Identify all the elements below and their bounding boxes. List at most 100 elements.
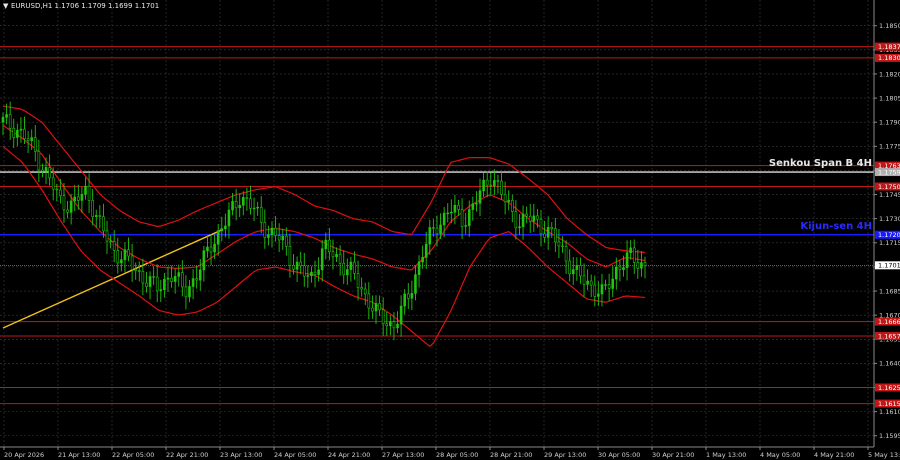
candle-body bbox=[485, 179, 489, 186]
price-tick-label: 1.1805 bbox=[879, 94, 900, 102]
price-tick-label: 1.1730 bbox=[879, 215, 900, 223]
price-axis[interactable]: 1.18501.18351.18201.18051.17901.17751.17… bbox=[873, 0, 900, 447]
candle-body bbox=[346, 269, 349, 276]
price-tick-label: 1.1685 bbox=[879, 287, 900, 295]
candle-body bbox=[16, 129, 19, 138]
candle-body bbox=[148, 276, 152, 287]
level-price-label: 1.1625 bbox=[878, 384, 900, 392]
candle-body bbox=[30, 137, 33, 141]
level-price-label: 1.1759 bbox=[878, 168, 900, 176]
symbol-dropdown-icon[interactable]: ▼ bbox=[3, 2, 9, 10]
candle-body bbox=[184, 286, 188, 298]
candle-body bbox=[597, 293, 600, 297]
candle-body bbox=[514, 211, 518, 229]
candle-body bbox=[471, 203, 475, 210]
candle-body bbox=[256, 206, 259, 209]
candle-body bbox=[285, 235, 288, 247]
candle-body bbox=[600, 284, 604, 295]
time-axis[interactable]: 20 Apr 2026 21 Apr 13:00 22 Apr 05:00 22 Ap… bbox=[0, 446, 900, 459]
level-price-label: 1.1666 bbox=[878, 318, 900, 326]
candle-body bbox=[310, 271, 313, 276]
candle-body bbox=[112, 241, 116, 251]
candle-body bbox=[177, 272, 181, 277]
price-tick-label: 1.1640 bbox=[879, 360, 900, 368]
candle-body bbox=[299, 261, 302, 267]
candle-body bbox=[360, 287, 363, 290]
candle-body bbox=[263, 221, 267, 238]
candle-body bbox=[231, 201, 234, 211]
candle-body bbox=[629, 247, 632, 254]
candle-body bbox=[209, 246, 213, 253]
candle-body bbox=[622, 267, 625, 270]
candle-body bbox=[625, 252, 629, 268]
price-tick-label: 1.1820 bbox=[879, 70, 900, 78]
candle-body bbox=[428, 227, 432, 245]
candle-body bbox=[510, 200, 514, 212]
candle-body bbox=[450, 211, 453, 214]
candle-body bbox=[460, 209, 464, 227]
candle-body bbox=[342, 262, 346, 276]
price-chart: 1.18501.18351.18201.18051.17901.17751.17… bbox=[0, 0, 900, 459]
level-price-label: 1.1657 bbox=[878, 332, 900, 340]
candle-body bbox=[446, 212, 450, 215]
candle-body bbox=[224, 225, 227, 229]
candle-body bbox=[77, 196, 80, 201]
candle-body bbox=[640, 262, 643, 269]
time-tick-label: 4 May 21:00 bbox=[814, 451, 854, 459]
time-tick-label: 24 Apr 21:00 bbox=[328, 451, 370, 459]
candle-body bbox=[636, 261, 640, 269]
candle-body bbox=[478, 190, 482, 204]
level-price-label: 1.1830 bbox=[878, 54, 900, 62]
candle-body bbox=[525, 213, 528, 217]
candle-body bbox=[410, 293, 414, 299]
candle-body bbox=[166, 277, 170, 280]
candle-body bbox=[554, 228, 557, 243]
candle-body bbox=[521, 213, 525, 228]
candle-body bbox=[105, 230, 109, 242]
candle-body bbox=[127, 249, 130, 257]
candle-body bbox=[349, 261, 353, 270]
candle-body bbox=[392, 321, 396, 329]
candle-body bbox=[324, 239, 328, 249]
candle-body bbox=[643, 262, 647, 266]
candle-body bbox=[611, 278, 615, 289]
candle-body bbox=[546, 226, 550, 238]
candle-body bbox=[453, 204, 457, 213]
candle-body bbox=[604, 284, 607, 286]
candle-body bbox=[396, 323, 399, 329]
price-tick-label: 1.1715 bbox=[879, 239, 900, 247]
time-tick-label: 4 May 05:00 bbox=[760, 451, 800, 459]
candle-body bbox=[33, 137, 37, 152]
candle-body bbox=[557, 241, 561, 247]
candle-body bbox=[12, 127, 16, 138]
candle-body bbox=[292, 265, 295, 270]
time-tick-label: 27 Apr 13:00 bbox=[382, 451, 424, 459]
price-tick-label: 1.1790 bbox=[879, 119, 900, 127]
candle-body bbox=[399, 305, 403, 325]
time-tick-label: 1 May 13:00 bbox=[706, 451, 746, 459]
candle-body bbox=[252, 207, 256, 210]
candle-body bbox=[44, 167, 48, 172]
candle-body bbox=[589, 280, 593, 286]
candle-body bbox=[141, 271, 145, 284]
candle-body bbox=[571, 269, 575, 275]
candle-body bbox=[213, 243, 216, 253]
time-tick-label: 20 Apr 2026 bbox=[4, 451, 44, 459]
candle-body bbox=[467, 209, 471, 226]
price-tick-label: 1.1850 bbox=[879, 22, 900, 30]
candle-body bbox=[539, 218, 543, 235]
level-price-label: 1.1750 bbox=[878, 183, 900, 191]
time-tick-label: 30 Apr 05:00 bbox=[598, 451, 640, 459]
candle-body bbox=[69, 200, 73, 213]
candle-body bbox=[464, 225, 467, 227]
candle-body bbox=[102, 216, 105, 232]
candle-body bbox=[295, 261, 299, 270]
candle-body bbox=[270, 227, 274, 236]
candle-body bbox=[202, 250, 206, 271]
candle-body bbox=[385, 323, 389, 327]
candle-body bbox=[482, 179, 485, 192]
candle-body bbox=[23, 128, 26, 140]
candle-body bbox=[564, 246, 568, 262]
candle-body bbox=[579, 265, 582, 277]
symbol-title: EURUSD,H1 1.1706 1.1709 1.1699 1.1701 bbox=[11, 2, 159, 10]
